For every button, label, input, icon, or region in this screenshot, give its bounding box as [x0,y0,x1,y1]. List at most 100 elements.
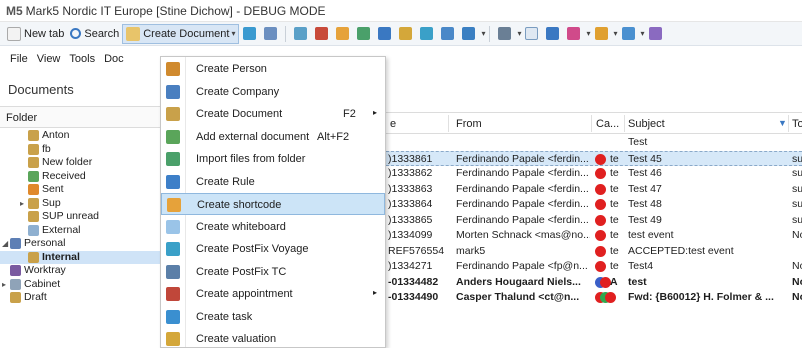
folder-icon [10,278,21,290]
column-divider[interactable] [788,115,789,132]
folder-item[interactable]: Internal [0,250,160,264]
flag-icon[interactable] [315,27,329,40]
filter-icon[interactable]: ▼ [778,118,787,128]
search-button[interactable]: Search [67,24,122,44]
pen-icon[interactable] [621,27,635,40]
menu-item[interactable]: Create PostFix Voyage [161,238,385,260]
col-header-subject[interactable]: Subject [628,118,665,130]
table-row[interactable]: )1333864 Ferdinando Papale <ferdin... te Te… [386,197,802,212]
sync-icon[interactable] [357,27,371,40]
column-divider[interactable] [624,115,625,132]
menu-item[interactable]: Create Rule [161,171,385,193]
menu-file[interactable]: File [10,53,28,65]
folder-item[interactable]: ◢ Personal [0,237,160,250]
table-row[interactable]: )1333861 Ferdinando Papale <ferdin... te Te… [386,150,802,166]
attach-icon[interactable] [441,27,455,40]
chevron-down-icon[interactable]: ▾ [517,29,521,38]
create-document-button[interactable]: Create Document ▾ [122,23,240,44]
folder-icon [10,292,21,303]
menu-doc[interactable]: Doc [104,53,124,65]
window-icon[interactable] [546,27,560,40]
table-row[interactable]: -01334482 Anders Hougaard Niels... Atest No [386,275,802,290]
menu-item[interactable]: Create appointment ▸ [161,283,385,305]
table-row[interactable]: Test [386,135,802,150]
cell-to: su [792,213,802,226]
print-icon[interactable] [498,27,512,40]
cell-tag: te [610,213,619,226]
menu-tools[interactable]: Tools [69,53,95,65]
column-divider[interactable] [591,115,592,132]
archive-icon[interactable] [294,27,308,40]
column-divider[interactable] [448,115,449,132]
folder-item[interactable]: fb [0,143,160,156]
submenu-arrow-icon: ▸ [372,288,377,297]
table-row[interactable]: )1333863 Ferdinando Papale <ferdin... te Te… [386,182,802,197]
expand-arrow-icon[interactable]: ▸ [2,278,6,291]
menu-view[interactable]: View [37,53,61,65]
menu-item[interactable]: Create Person [161,58,385,80]
col-header-from[interactable]: From [456,118,482,130]
chevron-down-icon[interactable]: ▾ [614,29,618,38]
folder-item[interactable]: Worktray [0,264,160,277]
folder-item[interactable]: External [0,224,160,237]
link-icon[interactable] [399,27,413,40]
edit-icon[interactable] [594,27,608,40]
folder-item[interactable]: Received [0,170,160,183]
filter-icon[interactable] [420,27,434,40]
chevron-down-icon[interactable]: ▾ [586,29,590,38]
cell-tag: te [610,229,619,241]
menu-item[interactable]: Create Document F2 ▸ [161,103,385,125]
table-row[interactable]: REF576554 mark5 te ACCEPTED:test event [386,244,802,259]
cell-subject: Test 45 [628,152,662,165]
table-row[interactable]: )1334099 Morten Schnack <mas@no... te test … [386,228,802,243]
new-tab-button[interactable]: New tab [4,24,67,44]
folder-label: SUP unread [42,210,100,222]
col-header-category[interactable]: Ca... [596,118,619,130]
table-row[interactable]: )1333862 Ferdinando Papale <ferdin... te Te… [386,166,802,181]
menu-item[interactable]: Create task [161,306,385,328]
chevron-down-icon[interactable]: ▾ [641,29,645,38]
hierarchy-icon[interactable] [462,27,476,40]
menu-item[interactable]: Create shortcode [161,193,385,215]
cell-subject: test event [628,229,674,241]
folder-panel: Folder Anton fb New folder Received Sent ▸ Sup… [0,106,160,348]
tag-icon[interactable] [336,27,350,40]
folder-item[interactable]: Draft [0,291,160,304]
chevron-down-icon[interactable]: ▾ [231,29,235,38]
menu-item[interactable]: Import files from folder [161,148,385,170]
export-icon[interactable] [648,27,662,40]
menu-item[interactable]: Create PostFix TC [161,261,385,283]
expand-arrow-icon[interactable]: ▸ [20,197,24,210]
folder-item[interactable]: ▸ Cabinet [0,278,160,291]
folder-item[interactable]: ▸ Sup [0,197,160,210]
category-dot-icon [595,183,606,195]
category-dot-icon [595,261,606,272]
collapse-arrow-icon[interactable]: ◢ [2,237,8,250]
folder-item[interactable]: Anton [0,129,160,142]
calendar-icon[interactable] [243,27,257,40]
table-row[interactable]: )1333865 Ferdinando Papale <ferdin... te Te… [386,213,802,228]
menu-item-label: Create shortcode [197,199,282,211]
folder-icon [28,184,39,195]
folder-label: fb [42,142,51,155]
menu-item[interactable]: Create valuation [161,328,385,348]
table-row[interactable]: -01334490 Casper Thalund <ct@n... Fwd: {B6… [386,290,802,305]
grid-view-icon[interactable] [264,27,278,40]
main-toolbar: New tab Search Create Document ▾ ▾ ▾ ▾ ▾… [0,22,802,46]
cell-tag: te [610,152,619,165]
chevron-down-icon[interactable]: ▾ [481,29,485,38]
folder-column-header[interactable]: Folder [0,106,160,128]
folder-item[interactable]: New folder [0,156,160,169]
folder-item[interactable]: SUP unread [0,210,160,223]
col-header-id[interactable]: e [390,118,396,130]
folder-item[interactable]: Sent [0,183,160,196]
move-icon[interactable] [378,27,392,40]
menu-item[interactable]: Create Company [161,81,385,103]
col-header-to[interactable]: To [792,118,802,130]
menu-item[interactable]: Create whiteboard [161,216,385,238]
table-row[interactable]: )1334271 Ferdinando Papale <fp@n... te Test… [386,259,802,274]
menu-item[interactable]: Add external document Alt+F2 [161,126,385,148]
palette-icon[interactable] [567,27,581,40]
category-dot-icon [595,230,606,241]
mail-icon[interactable] [525,27,539,40]
